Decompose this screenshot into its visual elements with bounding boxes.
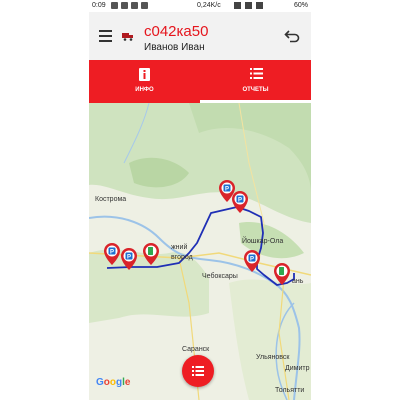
svg-text:P: P bbox=[250, 257, 254, 263]
google-logo: Google bbox=[96, 377, 131, 388]
truck-icon bbox=[122, 33, 133, 41]
app-notification-icon bbox=[121, 2, 128, 9]
app-notification-icon bbox=[141, 2, 148, 9]
report-list-icon bbox=[192, 366, 204, 376]
svg-text:P: P bbox=[238, 198, 242, 204]
hamburger-icon[interactable] bbox=[99, 30, 112, 42]
phone-screen: 0:09 0,24K/c 60% с042ка50 Иванов Иван ИН… bbox=[89, 0, 311, 400]
report-list-button[interactable] bbox=[182, 355, 214, 387]
app-header: с042ка50 Иванов Иван bbox=[89, 12, 311, 60]
status-time: 0:09 bbox=[92, 2, 106, 9]
list-icon bbox=[250, 68, 263, 79]
app-notification-icon bbox=[111, 2, 118, 9]
tab-reports[interactable]: ОТЧЕТЫ bbox=[200, 60, 311, 103]
city-label-novgorod: вгород bbox=[171, 254, 193, 261]
vehicle-plate-title: с042ка50 bbox=[144, 23, 209, 40]
alarm-icon bbox=[234, 2, 241, 9]
back-arrow-icon[interactable] bbox=[284, 28, 300, 44]
city-label-cheboksary: Чебоксары bbox=[202, 273, 238, 280]
network-speed: 0,24K/c bbox=[197, 2, 221, 9]
city-label-ulyanovsk: Ульяновск bbox=[256, 354, 290, 361]
info-icon bbox=[139, 68, 150, 81]
tab-reports-label: ОТЧЕТЫ bbox=[242, 87, 269, 93]
svg-text:P: P bbox=[110, 250, 114, 256]
tab-bar: ИНФО ОТЧЕТЫ bbox=[89, 60, 311, 103]
signal-icon bbox=[256, 2, 263, 9]
battery-level: 60% bbox=[293, 2, 308, 9]
svg-text:P: P bbox=[225, 187, 229, 193]
svg-text:P: P bbox=[127, 255, 131, 261]
city-label-kazan: ань bbox=[292, 278, 304, 285]
app-notification-icon bbox=[131, 2, 138, 9]
tab-info-label: ИНФО bbox=[135, 87, 154, 93]
city-label-nizhny: жний bbox=[171, 244, 188, 251]
driver-name: Иванов Иван bbox=[144, 42, 205, 53]
route-map[interactable]: P P P P P Кострома жний вгород Йошкар-Ол… bbox=[89, 102, 311, 400]
city-label-yoshkar-ola: Йошкар-Ола bbox=[242, 238, 284, 245]
tab-info[interactable]: ИНФО bbox=[89, 60, 200, 103]
city-label-kostroma: Кострома bbox=[95, 196, 127, 203]
wifi-icon bbox=[245, 2, 252, 9]
city-label-tolyatti: Тольятти bbox=[275, 387, 305, 394]
city-label-saransk: Саранск bbox=[182, 346, 210, 353]
status-bar: 0:09 0,24K/c 60% bbox=[89, 0, 311, 12]
city-label-dimitrovgrad: Димитр bbox=[285, 365, 310, 372]
